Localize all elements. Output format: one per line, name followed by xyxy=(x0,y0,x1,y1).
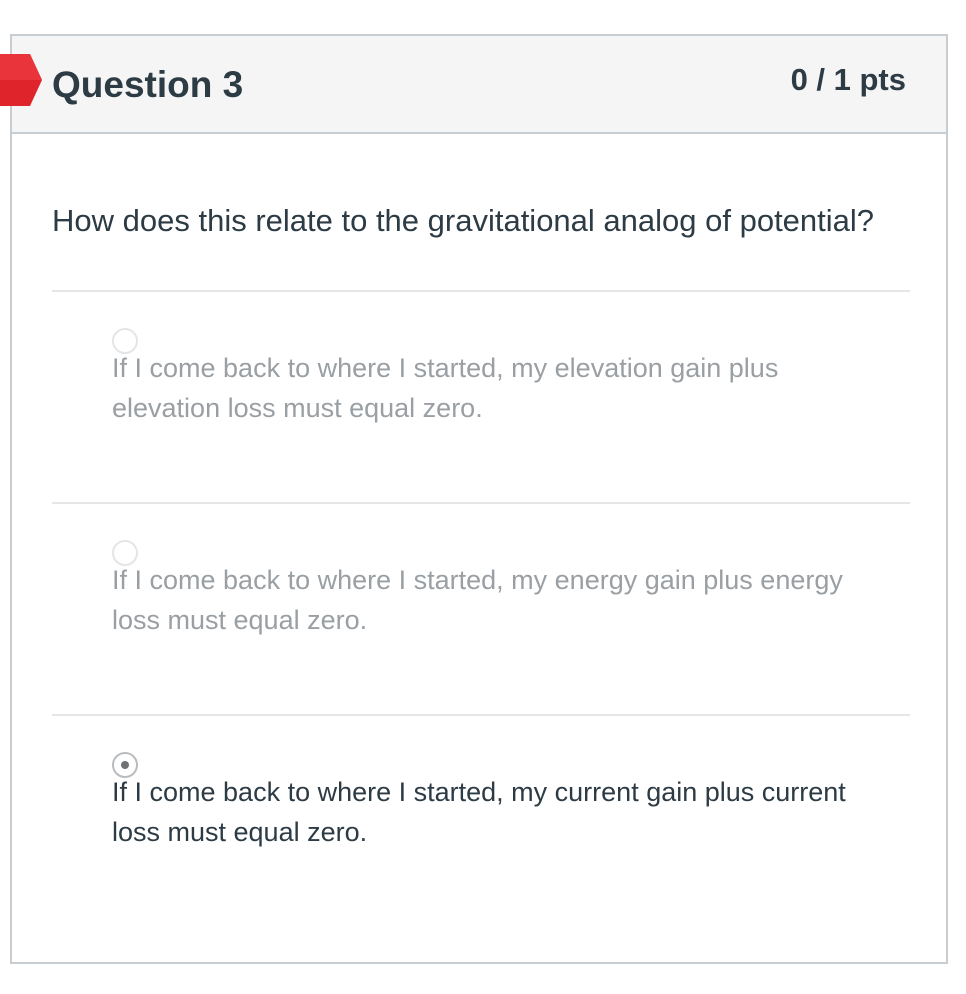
divider xyxy=(52,290,910,292)
answer-label: If I come back to where I started, my el… xyxy=(112,353,779,423)
question-points: 0 / 1 pts xyxy=(790,62,906,97)
divider xyxy=(52,714,910,716)
question-card: Question 3 0 / 1 pts How does this relat… xyxy=(0,34,948,964)
incorrect-flag-icon xyxy=(0,54,42,106)
answer-label: If I come back to where I started, my en… xyxy=(112,565,843,635)
question-title: Question 3 xyxy=(52,64,244,105)
answer-label: If I come back to where I started, my cu… xyxy=(112,777,846,847)
divider xyxy=(52,502,910,504)
question-header: Question 3 0 / 1 pts xyxy=(0,36,946,134)
question-text: How does this relate to the gravitationa… xyxy=(52,203,875,238)
